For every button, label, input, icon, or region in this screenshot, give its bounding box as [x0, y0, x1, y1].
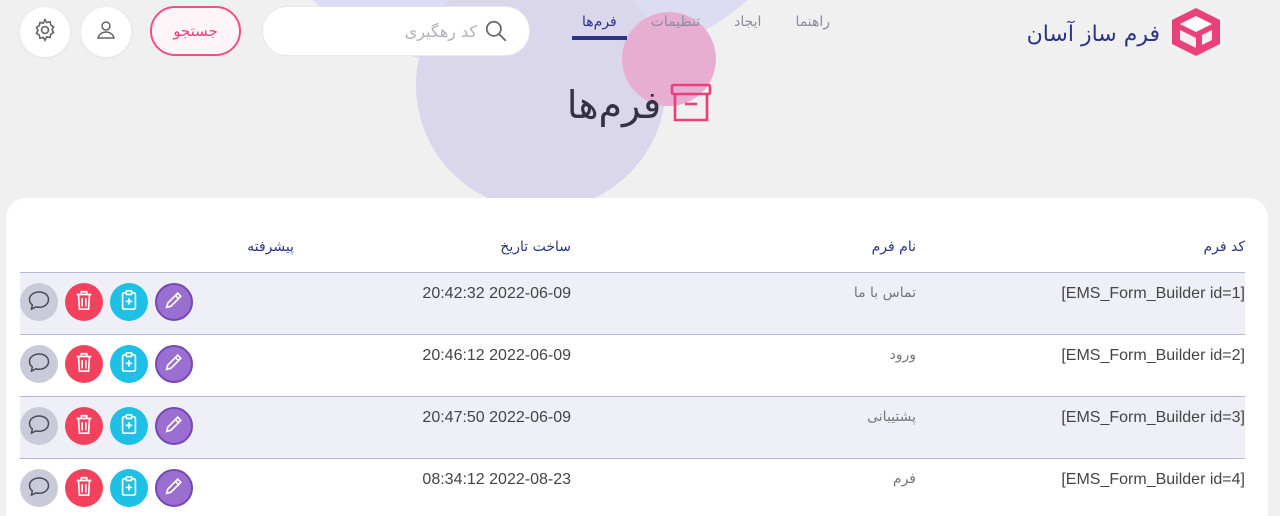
form-name: پشتیبانی [867, 408, 916, 425]
tracking-code-input[interactable] [287, 21, 477, 41]
user-icon [94, 18, 118, 46]
page-title-area: فرم‌ها [0, 82, 1280, 128]
row-actions [20, 334, 294, 396]
page-title: فرم‌ها [566, 83, 662, 127]
clipboard-icon [119, 413, 139, 439]
copy-button[interactable] [110, 468, 148, 507]
copy-button[interactable] [110, 282, 148, 321]
clipboard-icon [119, 351, 139, 377]
tracking-code-search [262, 6, 530, 56]
trash-icon [74, 351, 94, 377]
main-nav: فرم‌ها تنظیمات ایجاد راهنما [572, 12, 840, 40]
form-created-date: 2022-08-23 08:34:12 [422, 470, 571, 488]
comment-button[interactable] [20, 406, 58, 445]
settings-icon [32, 17, 58, 47]
settings-button[interactable] [20, 7, 70, 57]
form-created-date: 2022-06-09 20:42:32 [422, 284, 571, 302]
nav-item-help[interactable]: راهنما [785, 12, 840, 40]
copy-button[interactable] [110, 406, 148, 445]
table-row: [EMS_Form_Builder id=2] ورود 2022-06-09 20… [20, 334, 1245, 396]
copy-button[interactable] [110, 344, 148, 383]
table-row: [EMS_Form_Builder id=4] فرم 2022-08-23 08:… [20, 458, 1245, 516]
column-header-code: کد فرم [1203, 238, 1245, 255]
comment-button[interactable] [20, 282, 58, 321]
comment-icon [27, 475, 51, 501]
clipboard-icon [119, 289, 139, 315]
form-code[interactable]: [EMS_Form_Builder id=3] [916, 396, 1245, 458]
search-icon[interactable] [483, 18, 509, 44]
forms-table-card: کد فرم نام فرم ساخت تاریخ پیشرفته [EMS_F… [6, 198, 1268, 516]
comment-icon [27, 413, 51, 439]
form-name: فرم [892, 470, 916, 487]
row-actions [20, 272, 294, 334]
forms-table: کد فرم نام فرم ساخت تاریخ پیشرفته [EMS_F… [20, 232, 1245, 516]
trash-icon [74, 413, 94, 439]
header: جستجو فرم‌ها تنظیمات ایجاد راهنما فرم سا… [0, 0, 1280, 80]
comment-button[interactable] [20, 468, 58, 507]
comment-button[interactable] [20, 344, 58, 383]
delete-button[interactable] [65, 468, 103, 507]
row-actions [20, 396, 294, 458]
column-header-date: ساخت تاریخ [500, 238, 571, 255]
form-created-date: 2022-06-09 20:46:12 [422, 346, 571, 364]
table-row: [EMS_Form_Builder id=1] تماس با ما 2022-06… [20, 272, 1245, 334]
clipboard-icon [119, 475, 139, 501]
nav-item-forms[interactable]: فرم‌ها [572, 12, 627, 40]
row-actions [20, 458, 294, 516]
comment-icon [27, 351, 51, 377]
edit-icon [163, 475, 185, 501]
column-header-advanced: پیشرفته [247, 238, 294, 255]
delete-button[interactable] [65, 282, 103, 321]
edit-button[interactable] [155, 344, 193, 383]
delete-button[interactable] [65, 344, 103, 383]
nav-item-settings[interactable]: تنظیمات [641, 12, 710, 40]
form-name: ورود [889, 346, 916, 363]
table-row: [EMS_Form_Builder id=3] پشتیبانی 2022-06-0… [20, 396, 1245, 458]
brand-logo-icon [1168, 6, 1224, 62]
edit-button[interactable] [155, 468, 193, 507]
search-button[interactable]: جستجو [150, 6, 241, 56]
form-code[interactable]: [EMS_Form_Builder id=4] [916, 458, 1245, 516]
brand-name: فرم ساز آسان [1026, 21, 1160, 47]
form-code[interactable]: [EMS_Form_Builder id=2] [916, 334, 1245, 396]
edit-icon [163, 413, 185, 439]
trash-icon [74, 475, 94, 501]
edit-icon [163, 289, 185, 315]
user-button[interactable] [81, 7, 131, 57]
edit-icon [163, 351, 185, 377]
delete-button[interactable] [65, 406, 103, 445]
brand[interactable]: فرم ساز آسان [1027, 6, 1224, 62]
archive-icon [669, 82, 713, 128]
edit-button[interactable] [155, 282, 193, 321]
edit-button[interactable] [155, 406, 193, 445]
column-header-name: نام فرم [871, 238, 916, 255]
trash-icon [74, 289, 94, 315]
form-code[interactable]: [EMS_Form_Builder id=1] [916, 272, 1245, 334]
form-name: تماس با ما [853, 284, 916, 301]
comment-icon [27, 289, 51, 315]
nav-item-create[interactable]: ایجاد [724, 12, 771, 40]
form-created-date: 2022-06-09 20:47:50 [422, 408, 571, 426]
